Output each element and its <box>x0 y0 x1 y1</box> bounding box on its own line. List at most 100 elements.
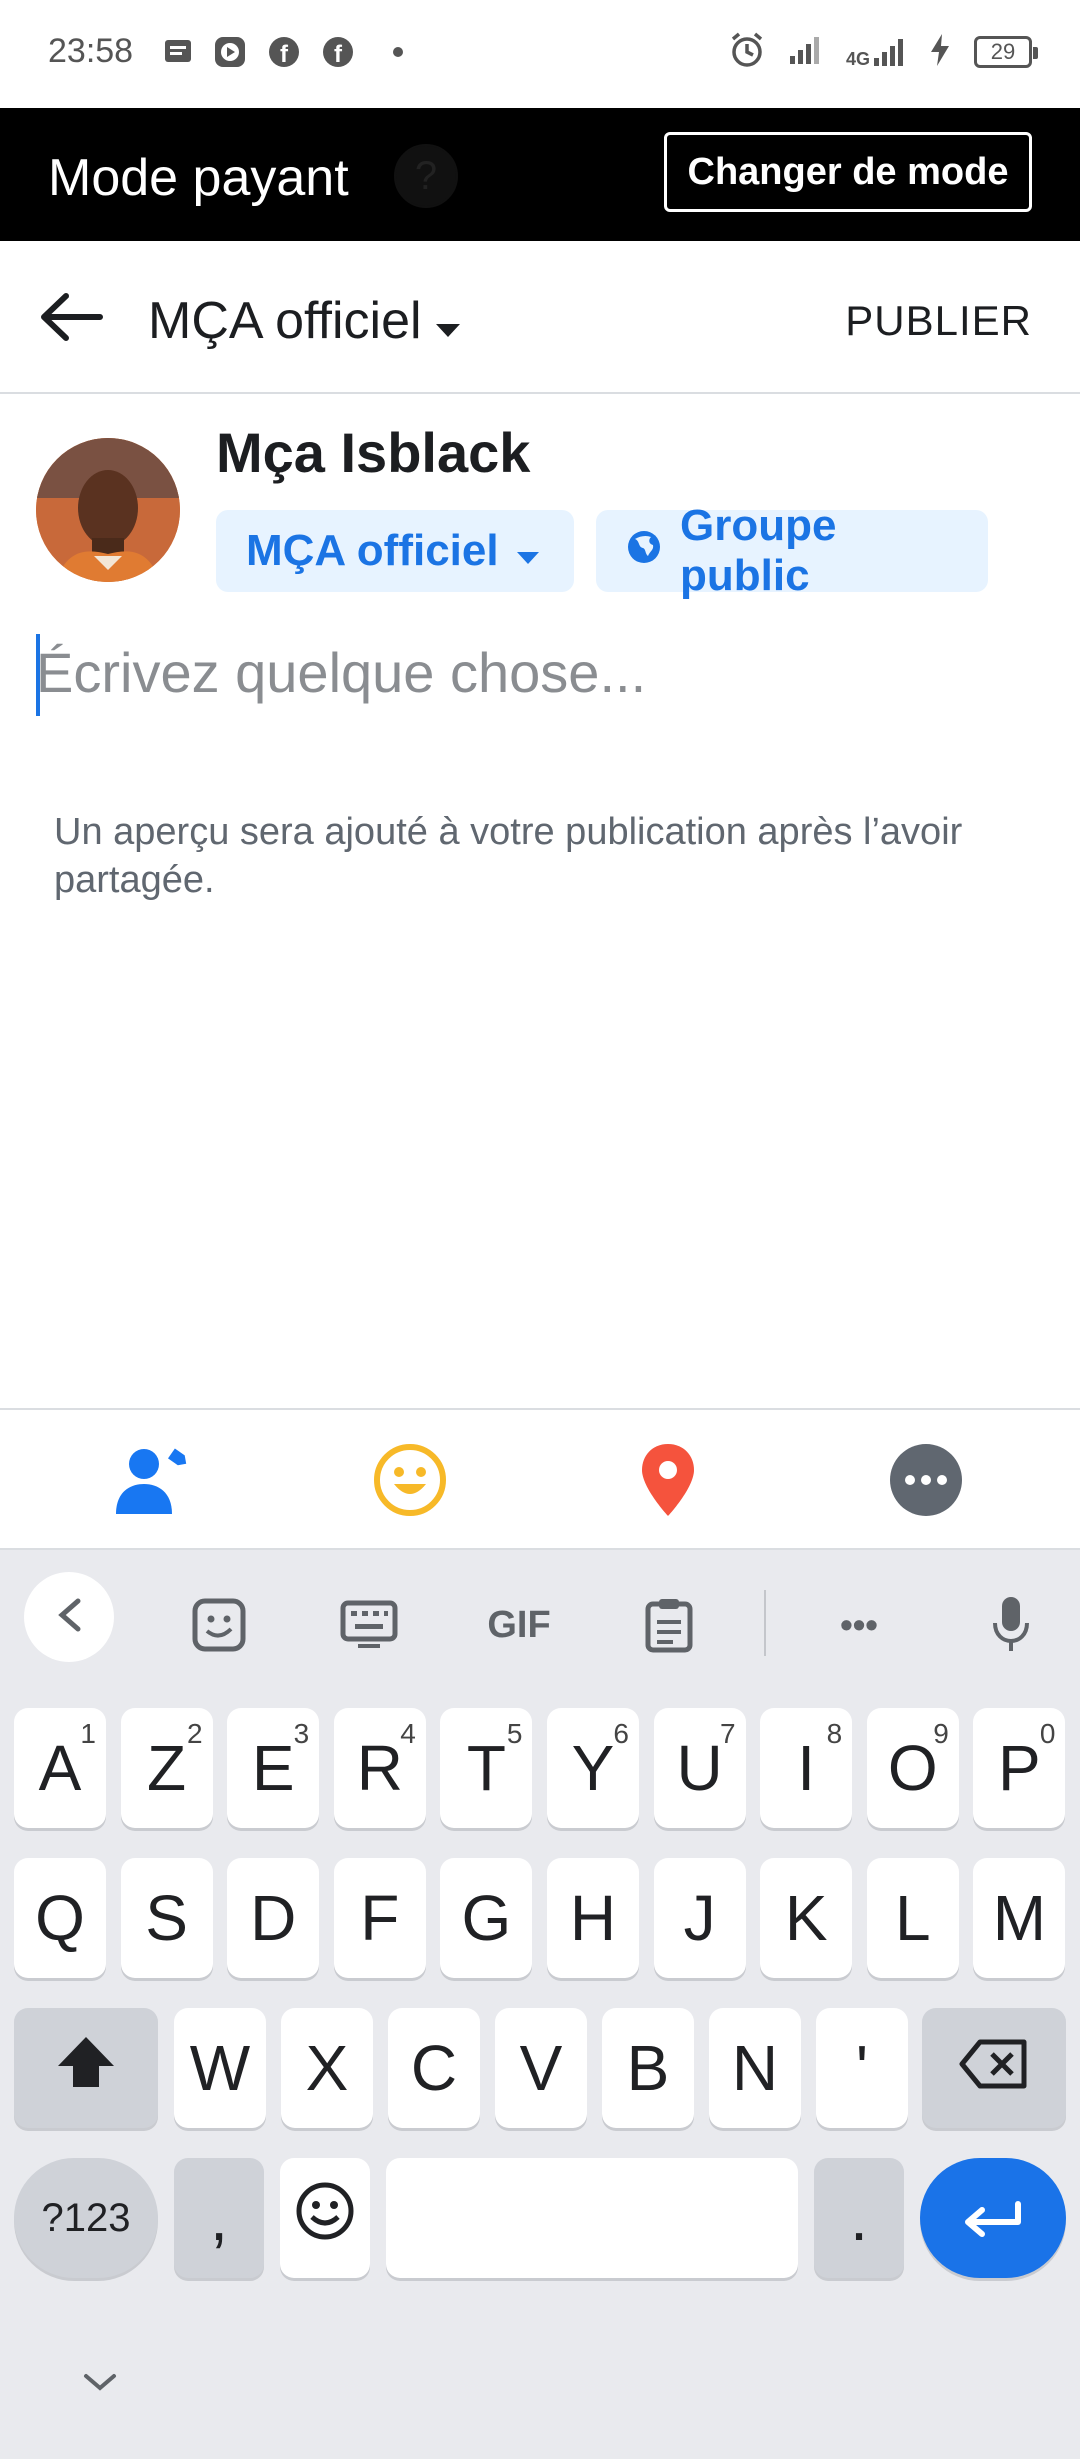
avatar <box>36 438 180 582</box>
key-2-3[interactable]: F <box>333 1858 426 1978</box>
tag-people-icon[interactable] <box>112 1440 192 1520</box>
key-1-3[interactable]: R4 <box>333 1708 426 1828</box>
key-hint-number: 8 <box>826 1718 843 1749</box>
hide-keyboard-chevron-icon[interactable] <box>80 2370 120 2399</box>
key-3-4[interactable]: B <box>602 2008 694 2128</box>
key-label: K <box>784 1882 828 1954</box>
key-label: X <box>305 2032 349 2104</box>
facebook-notification-icon-2: f <box>320 34 356 70</box>
key-3-5[interactable]: N <box>709 2008 801 2128</box>
key-2-5[interactable]: H <box>547 1858 639 1978</box>
more-icon[interactable] <box>886 1440 966 1520</box>
key-label: F <box>360 1882 400 1954</box>
header-title: MÇA officiel <box>148 292 422 350</box>
sticker-icon[interactable] <box>174 1580 264 1670</box>
key-1-1[interactable]: Z2 <box>120 1708 213 1828</box>
key-label: I <box>797 1732 816 1804</box>
on-screen-keyboard: GIF ••• ?123 , . A1Z2E3R4T5Y6U7I8O9P0 Q … <box>0 1550 1080 2459</box>
key-1-6[interactable]: U7 <box>653 1708 746 1828</box>
help-icon[interactable]: ? <box>394 144 458 208</box>
audience-chip-label: MÇA officiel <box>246 526 499 575</box>
back-arrow-icon[interactable] <box>36 287 106 347</box>
status-time: 23:58 <box>48 32 134 70</box>
key-label: U <box>676 1732 723 1804</box>
chevron-left-icon <box>56 1597 82 1638</box>
keyboard-layout-icon[interactable] <box>324 1580 414 1670</box>
charging-icon <box>928 33 952 72</box>
network-4g-signal-icon: 4G <box>846 36 906 68</box>
target-group-selector[interactable]: MÇA officiel <box>148 291 460 351</box>
key-2-4[interactable]: G <box>440 1858 533 1978</box>
keyboard-collapse-button[interactable] <box>24 1572 114 1662</box>
key-label: B <box>626 2032 670 2104</box>
change-mode-button[interactable]: Changer de mode <box>664 132 1032 212</box>
key-1-4[interactable]: T5 <box>440 1708 533 1828</box>
key-hint-number: 7 <box>720 1718 736 1749</box>
video-notification-icon <box>212 34 248 70</box>
mode-title: Mode payant <box>48 149 349 207</box>
microphone-icon[interactable] <box>966 1580 1056 1670</box>
shift-key[interactable] <box>14 2008 158 2128</box>
emoji-icon <box>295 2181 355 2256</box>
globe-icon <box>626 526 662 576</box>
comma-key[interactable]: , <box>174 2158 264 2278</box>
key-hint-number: 3 <box>293 1718 310 1749</box>
key-3-1[interactable]: X <box>281 2008 373 2128</box>
key-label: J <box>683 1882 716 1954</box>
caret-down-icon <box>516 526 539 576</box>
key-hint-number: 4 <box>400 1718 416 1749</box>
enter-key[interactable] <box>920 2158 1066 2278</box>
author-name: Mça Isblack <box>216 421 531 484</box>
battery-indicator: 29 <box>974 36 1038 68</box>
key-label: R <box>356 1732 403 1804</box>
key-1-7[interactable]: I8 <box>760 1708 853 1828</box>
key-label: W <box>189 2032 251 2104</box>
privacy-chip[interactable]: Groupe public <box>596 501 988 600</box>
key-1-5[interactable]: Y6 <box>547 1708 639 1828</box>
key-label: Z <box>147 1732 187 1804</box>
status-icons: 4G 29 <box>728 30 1038 74</box>
symbols-key[interactable]: ?123 <box>14 2158 158 2278</box>
emoji-icon[interactable] <box>370 1440 450 1520</box>
key-2-0[interactable]: Q <box>14 1858 106 1978</box>
key-3-0[interactable]: W <box>174 2008 266 2128</box>
key-label: L <box>895 1882 931 1954</box>
signal-icon <box>788 34 824 71</box>
key-hint-number: 9 <box>933 1718 949 1749</box>
key-2-8[interactable]: L <box>866 1858 959 1978</box>
location-pin-icon[interactable] <box>628 1440 708 1520</box>
key-2-1[interactable]: S <box>120 1858 213 1978</box>
more-notifications-dot-icon <box>380 34 416 70</box>
key-3-2[interactable]: C <box>388 2008 480 2128</box>
message-notification-icon <box>160 34 196 70</box>
key-3-6[interactable]: ' <box>816 2008 908 2128</box>
backspace-key[interactable] <box>922 2008 1066 2128</box>
key-2-6[interactable]: J <box>653 1858 746 1978</box>
key-3-3[interactable]: V <box>495 2008 587 2128</box>
data-mode-banner: Mode payant ? Changer de mode <box>0 108 1080 241</box>
key-label: A <box>38 1732 82 1804</box>
key-hint-number: 1 <box>80 1718 96 1749</box>
key-label: M <box>992 1882 1047 1954</box>
privacy-chip-label: Groupe public <box>680 501 837 600</box>
gif-button[interactable]: GIF <box>474 1580 564 1670</box>
key-1-2[interactable]: E3 <box>227 1708 320 1828</box>
key-2-9[interactable]: M <box>973 1858 1066 1978</box>
key-1-9[interactable]: P0 <box>973 1708 1066 1828</box>
emoji-key[interactable] <box>280 2158 370 2278</box>
key-2-2[interactable]: D <box>227 1858 320 1978</box>
key-hint-number: 5 <box>506 1718 523 1749</box>
post-text-input[interactable]: Écrivez quelque chose... <box>36 640 646 705</box>
key-2-7[interactable]: K <box>760 1858 853 1978</box>
key-label: Y <box>571 1732 615 1804</box>
key-1-8[interactable]: O9 <box>866 1708 959 1828</box>
space-key[interactable] <box>386 2158 798 2278</box>
publish-button[interactable]: PUBLIER <box>845 297 1032 345</box>
more-options-button[interactable]: ••• <box>814 1580 904 1670</box>
key-label: Q <box>35 1882 85 1954</box>
clipboard-icon[interactable] <box>624 1580 714 1670</box>
audience-chip[interactable]: MÇA officiel <box>216 510 574 592</box>
key-1-0[interactable]: A1 <box>14 1708 106 1828</box>
status-bar: 23:58 f f 4G 29 <box>0 0 1080 108</box>
period-key[interactable]: . <box>814 2158 904 2278</box>
